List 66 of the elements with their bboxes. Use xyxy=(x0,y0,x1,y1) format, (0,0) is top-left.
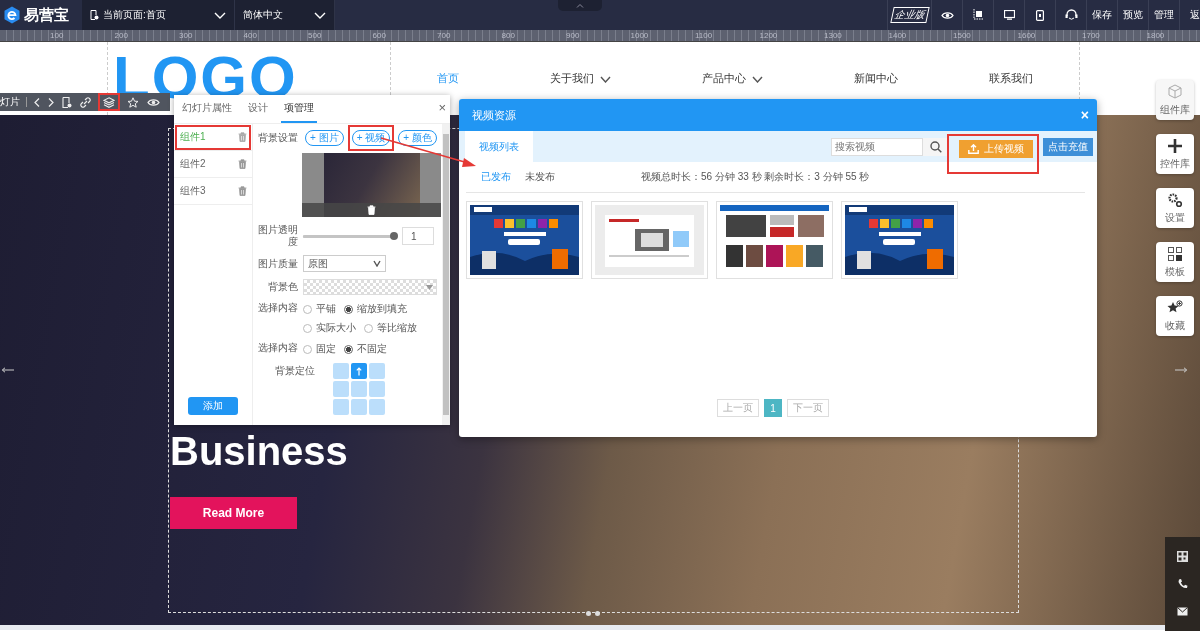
nav-link[interactable]: 联系我们 xyxy=(989,72,1034,86)
recharge-button[interactable]: 点击充值 xyxy=(1043,137,1093,156)
ruler-label: 200 xyxy=(114,30,129,41)
dock-button[interactable]: 收藏 xyxy=(1156,296,1194,336)
radio-label: 等比缩放 xyxy=(377,321,417,335)
quality-select[interactable]: 原图 xyxy=(303,255,386,272)
filter-tab[interactable]: 已发布 xyxy=(481,170,511,184)
radio-label: 缩放到填充 xyxy=(357,302,407,316)
dialog-tab[interactable]: 视频列表 xyxy=(465,131,533,162)
ruler-label: 1700 xyxy=(1082,30,1101,41)
ruler-label: 1000 xyxy=(630,30,650,41)
field-label: 图片透明度 xyxy=(257,224,298,248)
component-item[interactable]: 组件3 xyxy=(174,178,252,205)
ruler-label: 900 xyxy=(566,30,581,41)
add-background-button[interactable]: + 颜色 xyxy=(398,130,437,146)
hero-headline: Business xyxy=(170,429,349,473)
ruler-label: 300 xyxy=(179,30,194,41)
nav-link[interactable]: 首页 xyxy=(436,72,459,86)
close-button[interactable]: × xyxy=(438,101,446,115)
edition-badge: 企业版 xyxy=(889,7,930,23)
dock-button[interactable]: 设置 xyxy=(1156,188,1194,228)
ruler-label: 1200 xyxy=(759,30,779,41)
slide-label: 灯片 xyxy=(0,95,20,109)
ruler-label: 600 xyxy=(372,30,387,41)
field-label: 选择内容 xyxy=(257,302,298,314)
panel-tab[interactable]: 项管理 xyxy=(281,95,317,123)
brand-name: 易营宝 xyxy=(24,5,69,25)
nav-link[interactable]: 关于我们 xyxy=(549,72,611,86)
ruler-label: 1800 xyxy=(1146,30,1166,41)
ruler-label: 100 xyxy=(50,30,65,41)
nav-link[interactable]: 产品中心 xyxy=(701,72,763,86)
add-background-button[interactable]: + 图片 xyxy=(305,130,344,146)
ruler-label: 1300 xyxy=(824,30,843,41)
page-select[interactable]: 当前页面:首页 xyxy=(82,0,235,30)
radio-label: 平铺 xyxy=(316,302,336,316)
ruler-label: 1600 xyxy=(1017,30,1037,41)
dock-button[interactable]: 控件库 xyxy=(1156,134,1194,174)
panel-tab[interactable]: 设计 xyxy=(245,95,271,123)
field-label: 背景色 xyxy=(267,281,298,293)
ruler-label: 1100 xyxy=(695,30,714,41)
language-select[interactable]: 简体中文 xyxy=(235,0,335,30)
field-label: 图片质量 xyxy=(257,257,298,270)
field-label: 背景定位 xyxy=(274,364,315,377)
search-field[interactable]: 搜索视频 xyxy=(831,137,923,156)
ruler-label: 1400 xyxy=(888,30,908,41)
ruler-label: 500 xyxy=(308,30,323,41)
radio-label: 不固定 xyxy=(357,342,387,356)
filter-tab[interactable]: 未发布 xyxy=(525,170,555,184)
ruler-label: 400 xyxy=(243,30,258,41)
panel-tab[interactable]: 幻灯片属性 xyxy=(179,95,235,123)
field-label: 选择内容 xyxy=(257,342,298,354)
dialog-title: 视频资源 xyxy=(472,107,516,123)
radio-label: 实际大小 xyxy=(316,321,356,335)
radio-label: 固定 xyxy=(316,342,336,356)
ruler-label: 800 xyxy=(501,30,516,41)
component-item[interactable]: 组件2 xyxy=(174,151,252,178)
add-background-button[interactable]: + 视频 xyxy=(351,130,391,146)
field-label: 背景设置 xyxy=(257,132,298,144)
dock-button[interactable]: 组件库 xyxy=(1156,80,1194,120)
read-more-button[interactable]: Read More xyxy=(170,497,297,529)
ruler-label: 700 xyxy=(437,30,452,41)
nav-link[interactable]: 新闻中心 xyxy=(854,72,899,86)
opacity-input[interactable]: 1 xyxy=(402,227,434,245)
dock-button[interactable]: 模板 xyxy=(1156,242,1194,282)
ruler-label: 1500 xyxy=(953,30,972,41)
usage-summary: 视频总时长：56 分钟 33 秒 剩余时长：3 分钟 55 秒 xyxy=(641,170,870,184)
